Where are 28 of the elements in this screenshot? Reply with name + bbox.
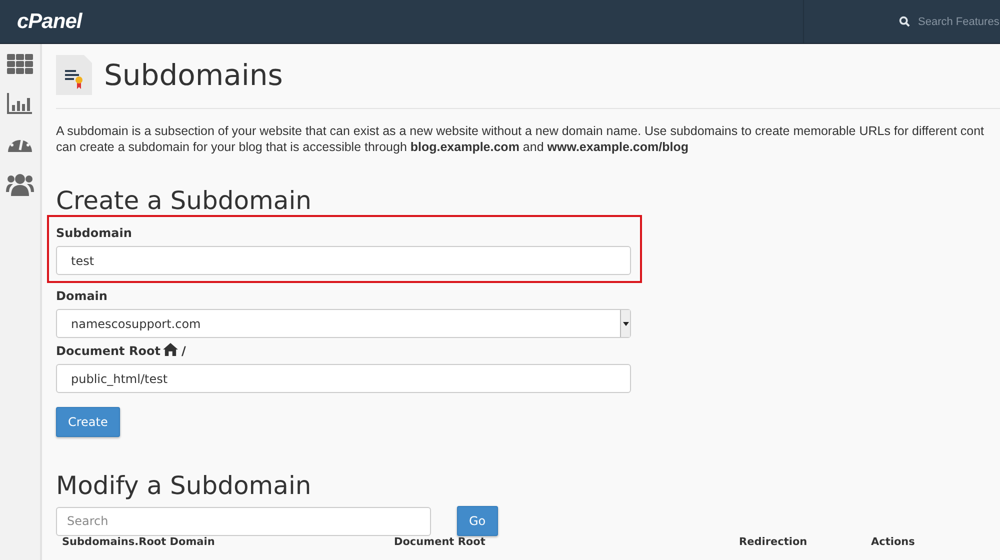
subdomain-field[interactable]: test <box>56 246 631 275</box>
bar-chart-icon[interactable] <box>7 92 33 114</box>
column-header[interactable]: Document Root <box>394 536 486 549</box>
go-button[interactable]: Go <box>457 506 498 536</box>
document-root-field[interactable]: public_html/test <box>56 364 631 393</box>
search-icon <box>899 16 910 27</box>
certificate-icon <box>56 55 92 95</box>
domain-select[interactable]: namescosupport.com <box>56 309 631 338</box>
search-field[interactable]: Search <box>56 506 431 536</box>
section-heading: Modify a Subdomain <box>56 471 312 502</box>
description-text: can create a subdomain for your blog that is accessible through blog.example.com and www.example.com/blog <box>56 139 688 155</box>
caret-icon <box>622 322 628 326</box>
logo[interactable]: cPanel <box>17 10 82 34</box>
create-button[interactable]: Create <box>56 407 120 437</box>
grid-icon[interactable] <box>7 54 33 74</box>
column-header[interactable]: Subdomains.Root Domain <box>62 536 215 549</box>
path-separator: / <box>181 344 186 358</box>
search-field[interactable]: Search Features <box>918 16 1000 28</box>
field-label: Document Root <box>56 344 160 358</box>
page-title: Subdomains <box>104 58 283 92</box>
field-label: Domain <box>56 289 108 303</box>
home-icon <box>163 343 178 356</box>
column-header[interactable]: Actions <box>871 536 915 549</box>
column-header[interactable]: Redirection <box>739 536 808 549</box>
description-text: A subdomain is a subsection of your website that can exist as a new website without a new domain name. Use subdomains to create memorable URLs for different cont <box>56 123 984 139</box>
users-icon[interactable] <box>6 172 34 196</box>
field-label: Subdomain <box>56 226 132 240</box>
section-heading: Create a Subdomain <box>56 186 312 217</box>
